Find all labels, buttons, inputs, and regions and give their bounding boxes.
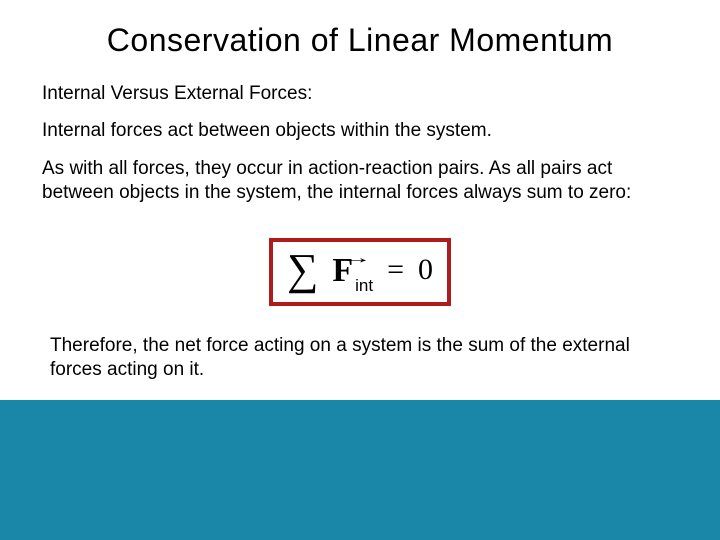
conclusion: Therefore, the net force acting on a sys… (42, 334, 678, 382)
slide: Conservation of Linear Momentum Internal… (0, 0, 720, 540)
vector-f: → Fint (332, 251, 373, 290)
equals-sign: = (387, 253, 404, 287)
sigma-symbol: ∑ (287, 248, 318, 292)
content-container: Internal Versus External Forces: Interna… (0, 71, 720, 400)
f-subscript: int (355, 276, 373, 295)
equation-box: ∑ → Fint = 0 (269, 238, 451, 306)
vector-arrow-icon: → (337, 257, 368, 260)
subtitle: Internal Versus External Forces: (42, 83, 678, 105)
title-container: Conservation of Linear Momentum (0, 0, 720, 71)
slide-title: Conservation of Linear Momentum (0, 22, 720, 59)
rhs-zero: 0 (418, 253, 433, 287)
paragraph-2: As with all forces, they occur in action… (42, 157, 678, 205)
equation-wrap: ∑ → Fint = 0 (42, 218, 678, 334)
paragraph-1: Internal forces act between objects with… (42, 119, 678, 143)
